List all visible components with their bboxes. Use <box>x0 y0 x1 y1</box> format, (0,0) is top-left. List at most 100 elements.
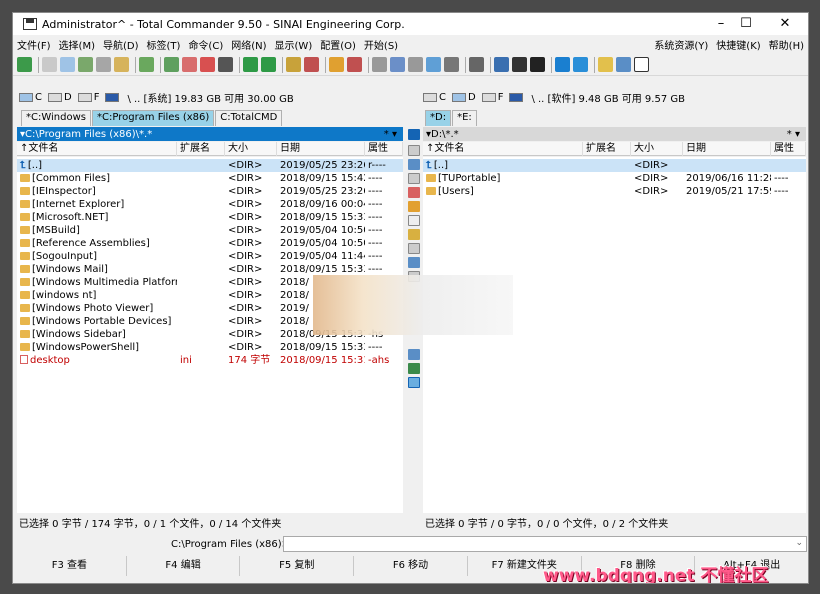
calculator-icon[interactable] <box>512 57 527 72</box>
left-path-bar[interactable]: ▾C:\Program Files (x86)\*.* * ▾ <box>17 127 403 141</box>
filter-icon[interactable] <box>408 349 420 360</box>
left-path-buttons[interactable]: * ▾ <box>384 129 397 140</box>
right-drive-c[interactable]: C <box>423 92 446 103</box>
col-date[interactable]: 日期 <box>277 142 365 156</box>
menu-select[interactable]: 选择(M) <box>55 37 99 52</box>
split-file-icon[interactable] <box>426 57 441 72</box>
f5-copy-button[interactable]: F5 复制 <box>240 556 355 576</box>
right-tab-e[interactable]: *E: <box>452 110 477 126</box>
f6-move-button[interactable]: F6 移动 <box>354 556 468 576</box>
right-path-bar[interactable]: ▾D:\*.* * ▾ <box>423 127 806 141</box>
new-file-icon[interactable] <box>408 215 420 226</box>
unpack-icon[interactable] <box>304 57 319 72</box>
table-row[interactable]: ⮤ [..] <DIR> 2019/05/25 23:26 r---- <box>17 159 403 172</box>
tree-view-icon[interactable] <box>96 57 111 72</box>
right-drive-f[interactable]: F <box>481 92 503 103</box>
f4-edit-button[interactable]: F4 编辑 <box>127 556 241 576</box>
table-row[interactable]: [WindowsPowerShell] <DIR> 2018/09/15 15:33… <box>17 341 403 354</box>
move-icon[interactable] <box>408 187 420 198</box>
right-path-buttons[interactable]: * ▾ <box>787 129 800 140</box>
brief-view-icon[interactable] <box>42 57 57 72</box>
notepad-icon[interactable] <box>494 57 509 72</box>
table-row[interactable]: [TUPortable] <DIR> 2019/06/16 11:28 ---- <box>423 172 806 185</box>
select-minus-icon[interactable] <box>182 57 197 72</box>
table-row[interactable]: [IEInspector] <DIR> 2019/05/25 23:26 ---- <box>17 185 403 198</box>
table-row[interactable]: [Reference Assemblies] <DIR> 2019/05/04 10… <box>17 237 403 250</box>
table-row[interactable]: [Users] <DIR> 2019/05/21 17:59 ---- <box>423 185 806 198</box>
notes-icon[interactable] <box>598 57 613 72</box>
thumbnail-view-icon[interactable] <box>78 57 93 72</box>
col-ext[interactable]: 扩展名 <box>583 142 631 156</box>
table-row[interactable]: ⮤ [..] <DIR> <box>423 159 806 172</box>
multi-rename-icon[interactable] <box>390 57 405 72</box>
shortcut-icon[interactable] <box>408 257 420 268</box>
view-icon[interactable] <box>408 145 420 156</box>
right-drive-menu[interactable] <box>509 92 525 102</box>
ftp-icon[interactable] <box>139 57 154 72</box>
table-row[interactable]: [Internet Explorer] <DIR> 2018/09/16 00:04… <box>17 198 403 211</box>
delete-icon[interactable] <box>408 229 420 240</box>
left-drive-menu[interactable] <box>105 92 121 102</box>
forward-arrow-icon[interactable] <box>261 57 276 72</box>
copy-folder-icon[interactable] <box>329 57 344 72</box>
folder-tree-icon[interactable] <box>114 57 129 72</box>
table-row[interactable]: [Common Files] <DIR> 2018/09/15 15:42 ---- <box>17 172 403 185</box>
hex-editor-icon[interactable] <box>530 57 545 72</box>
select-plus-icon[interactable] <box>164 57 179 72</box>
menu-config[interactable]: 配置(O) <box>316 37 360 52</box>
right-file-list[interactable]: ⮤ [..] <DIR> [TUPortable] <DIR> 2019/06/16 11… <box>423 157 806 513</box>
menu-navigate[interactable]: 导航(D) <box>99 37 143 52</box>
menu-tabs[interactable]: 标签(T) <box>143 37 185 52</box>
refresh-icon[interactable] <box>17 57 32 72</box>
gear-icon[interactable] <box>469 57 484 72</box>
left-drive-d[interactable]: D <box>47 92 72 103</box>
back-arrow-icon[interactable] <box>243 57 258 72</box>
search-icon[interactable] <box>372 57 387 72</box>
right-drive-d[interactable]: D <box>451 92 476 103</box>
menu-help[interactable]: 帮助(H) <box>765 37 808 52</box>
window-icon[interactable] <box>634 57 649 72</box>
left-file-list[interactable]: ⮤ [..] <DIR> 2019/05/25 23:26 r---- [Common F… <box>17 157 403 513</box>
cmdline-input[interactable]: ⌄ <box>283 536 807 552</box>
left-drive-c[interactable]: C <box>19 92 42 103</box>
table-row[interactable]: [MSBuild] <DIR> 2019/05/04 10:50 ---- <box>17 224 403 237</box>
move-folder-icon[interactable] <box>347 57 362 72</box>
table-row[interactable]: [SogouInput] <DIR> 2019/05/04 11:44 ---- <box>17 250 403 263</box>
copy-icon[interactable] <box>408 173 420 184</box>
table-row[interactable]: desktop ini 174 字节 2018/09/15 15:31 -ahs <box>17 354 403 367</box>
left-drive-f[interactable]: F <box>77 92 99 103</box>
invert-selection-icon[interactable] <box>200 57 215 72</box>
sync-dirs-icon[interactable] <box>408 57 423 72</box>
full-view-icon[interactable] <box>60 57 75 72</box>
col-attr[interactable]: 属性 <box>365 142 403 156</box>
new-folder-icon[interactable] <box>408 201 420 212</box>
menu-network[interactable]: 网络(N) <box>227 37 270 52</box>
col-date[interactable]: 日期 <box>683 142 771 156</box>
col-name[interactable]: ↑文件名 <box>17 142 177 156</box>
swap-panels-icon[interactable] <box>408 129 420 140</box>
explorer-icon[interactable] <box>573 57 588 72</box>
properties-icon[interactable] <box>408 243 420 254</box>
menu-commands[interactable]: 命令(C) <box>184 37 227 52</box>
left-tab-program-files[interactable]: *C:Program Files (x86) <box>92 110 215 126</box>
compare-icon[interactable] <box>218 57 233 72</box>
col-ext[interactable]: 扩展名 <box>177 142 225 156</box>
cmd-icon[interactable] <box>555 57 570 72</box>
f3-view-button[interactable]: F3 查看 <box>13 556 127 576</box>
sort-ascending-icon[interactable] <box>408 377 420 388</box>
table-row[interactable]: [Microsoft.NET] <DIR> 2018/09/15 15:33 ---- <box>17 211 403 224</box>
attributes-icon[interactable] <box>444 57 459 72</box>
menu-shortcuts[interactable]: 快捷键(K) <box>712 37 764 52</box>
menu-system-resources[interactable]: 系统资源(Y) <box>650 37 712 52</box>
left-tab-windows[interactable]: *C:Windows <box>21 110 91 126</box>
col-size[interactable]: 大小 <box>225 142 277 156</box>
menu-file[interactable]: 文件(F) <box>13 37 55 52</box>
chevron-down-icon[interactable]: ⌄ <box>795 538 803 548</box>
menu-start[interactable]: 开始(S) <box>360 37 402 52</box>
screenshot-icon[interactable] <box>616 57 631 72</box>
menu-view[interactable]: 显示(W) <box>271 37 317 52</box>
edit-icon[interactable] <box>408 159 420 170</box>
left-tab-totalcmd[interactable]: C:TotalCMD <box>215 110 283 126</box>
col-attr[interactable]: 属性 <box>771 142 806 156</box>
close-button[interactable]: ✕ <box>765 13 805 35</box>
